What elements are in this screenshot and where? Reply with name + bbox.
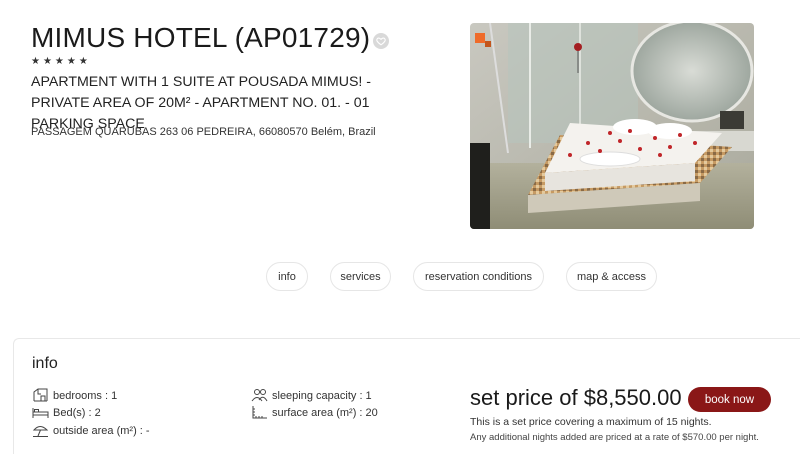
tab-info[interactable]: info	[266, 262, 308, 291]
umbrella-icon	[32, 426, 49, 437]
set-price: set price of $8,550.00	[470, 385, 682, 410]
info-panel: info bedrooms : 1 Bed(s) : 2 outside are…	[13, 338, 800, 454]
tab-services[interactable]: services	[330, 262, 391, 291]
bed-icon	[32, 408, 49, 418]
bedrooms-label: bedrooms : 1	[53, 389, 118, 402]
price-note: This is a set price covering a maximum o…	[470, 416, 712, 428]
section-tabs: info services reservation conditions map…	[0, 262, 800, 292]
title-row: MIMUS HOTEL (AP01729)	[31, 22, 390, 54]
sleeping-capacity-label: sleeping capacity : 1	[272, 389, 372, 402]
heart-icon	[376, 37, 386, 46]
tab-reservation-conditions[interactable]: reservation conditions	[413, 262, 544, 291]
hotel-photo[interactable]	[470, 23, 754, 229]
bedrooms-item: bedrooms : 1	[32, 388, 117, 403]
additional-nights-note: Any additional nights added are priced a…	[470, 432, 759, 443]
star-rating: ★★★★★	[31, 56, 91, 67]
tab-map-access[interactable]: map & access	[566, 262, 657, 291]
hotel-address: PASSAGEM QUARUBAS 263 06 PEDREIRA, 66080…	[31, 126, 376, 138]
area-icon	[252, 406, 267, 419]
hotel-title: MIMUS HOTEL (AP01729)	[31, 22, 371, 53]
surface-area-label: surface area (m²) : 20	[272, 406, 378, 419]
people-icon	[251, 389, 268, 402]
beds-item: Bed(s) : 2	[32, 405, 101, 420]
book-now-button[interactable]: book now	[688, 387, 771, 412]
room-photo-illustration	[470, 23, 754, 229]
info-heading: info	[32, 355, 58, 372]
favorite-button[interactable]	[373, 33, 390, 49]
beds-label: Bed(s) : 2	[53, 406, 101, 419]
outside-area-item: outside area (m²) : -	[32, 423, 150, 438]
outside-area-label: outside area (m²) : -	[53, 424, 150, 437]
surface-area-item: surface area (m²) : 20	[251, 405, 378, 420]
sleeping-capacity-item: sleeping capacity : 1	[251, 388, 372, 403]
bedroom-icon	[33, 388, 48, 402]
